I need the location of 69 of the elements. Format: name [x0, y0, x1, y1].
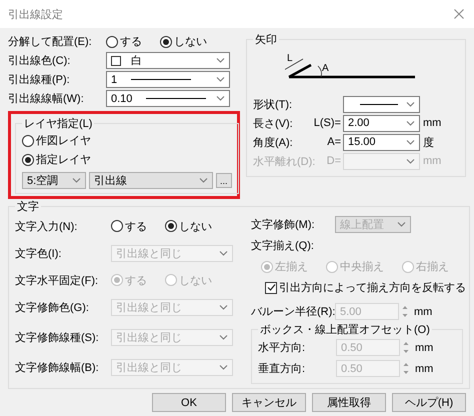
prefix-label: A=: [327, 136, 341, 148]
caret-icon: [406, 158, 415, 164]
caret-icon: [397, 222, 406, 227]
caret-icon: [199, 178, 208, 183]
checkbox[interactable]: 引出方向によって揃え方向を反転する: [251, 280, 466, 295]
dialog-button[interactable]: 属性取得: [312, 393, 386, 412]
caret-icon: [216, 96, 225, 101]
prefix-label: D=: [326, 155, 341, 167]
caret-icon: [219, 364, 228, 370]
field-label: 文字入力(N):: [15, 220, 78, 234]
group-title: レイヤ指定(L): [23, 116, 94, 131]
caret-icon: [216, 58, 225, 63]
dropdown[interactable]: 5:空調: [22, 172, 86, 189]
dialog-button[interactable]: OK: [152, 393, 226, 412]
field-label: 文字揃え(Q):: [251, 238, 314, 253]
arrow-diagram-drawing: L A: [285, 49, 425, 81]
dropdown[interactable]: 2.00: [343, 114, 420, 132]
caret-icon: [219, 334, 228, 340]
check-icon: [266, 283, 276, 292]
group-title: 矢印: [254, 33, 278, 47]
prefix-label: L(S)=: [314, 117, 341, 129]
caret-icon: [406, 102, 415, 106]
field-label: 文字水平固定(F):: [15, 274, 100, 288]
field-label: 形状(T):: [253, 98, 294, 112]
radio-button[interactable]: する: [111, 218, 147, 234]
dropdown[interactable]: 15.00: [343, 134, 420, 150]
close-icon[interactable]: [454, 9, 464, 19]
dropdown[interactable]: 0.10: [106, 90, 230, 107]
unit-label: mm: [423, 155, 442, 167]
radio-button[interactable]: しない: [165, 218, 212, 234]
group-title: ボックス・線上配置オフセット(O): [259, 323, 431, 337]
field-label: 垂直方向:: [258, 362, 306, 376]
radio-button[interactable]: 指定レイヤ: [22, 152, 91, 167]
caret-icon: [406, 120, 415, 126]
dropdown[interactable]: 引出線: [89, 172, 213, 189]
radio-button[interactable]: する: [106, 34, 142, 49]
window-title: 引出線設定: [8, 8, 63, 22]
field-label: 文字修飾(M):: [251, 218, 316, 232]
radio-button[interactable]: しない: [160, 34, 207, 49]
unit-label: mm: [414, 306, 432, 318]
browse-button[interactable]: ...: [216, 173, 232, 188]
field-label: バルーン半径(R):: [251, 305, 335, 319]
caret-icon: [72, 178, 81, 183]
radio-button[interactable]: 作図レイヤ: [22, 133, 91, 148]
dialog-button[interactable]: キャンセル: [232, 393, 306, 412]
caret-icon: [219, 250, 228, 256]
caret-icon: [219, 304, 228, 310]
field-label: 文字修飾線種(S):: [15, 330, 100, 344]
field-label: 引出線色(C):: [8, 54, 72, 68]
unit-label: mm: [415, 342, 434, 354]
group-title: 文字: [16, 200, 40, 214]
field-label: 文字色(I):: [15, 246, 62, 260]
caret-icon: [406, 140, 415, 144]
field-label: 文字修飾色(G):: [15, 300, 90, 314]
field-label: 文字修飾線幅(B):: [15, 360, 100, 374]
field-label: 分解して配置(E):: [8, 35, 93, 49]
dropdown[interactable]: 1: [106, 71, 230, 88]
dropdown[interactable]: [343, 96, 420, 112]
caret-icon: [216, 77, 225, 82]
unit-label: mm: [423, 117, 442, 129]
field-label: 角度(A):: [253, 136, 294, 150]
field-label: 水平方向:: [258, 340, 306, 355]
unit-label: 度: [423, 136, 434, 150]
unit-label: mm: [415, 362, 434, 374]
field-label: 長さ(V):: [253, 116, 294, 130]
field-label: 引出線種(P):: [8, 73, 71, 87]
field-label: 引出線線幅(W):: [8, 92, 85, 106]
dialog-button[interactable]: ヘルプ(H): [392, 393, 466, 412]
dropdown[interactable]: 白: [106, 52, 230, 69]
